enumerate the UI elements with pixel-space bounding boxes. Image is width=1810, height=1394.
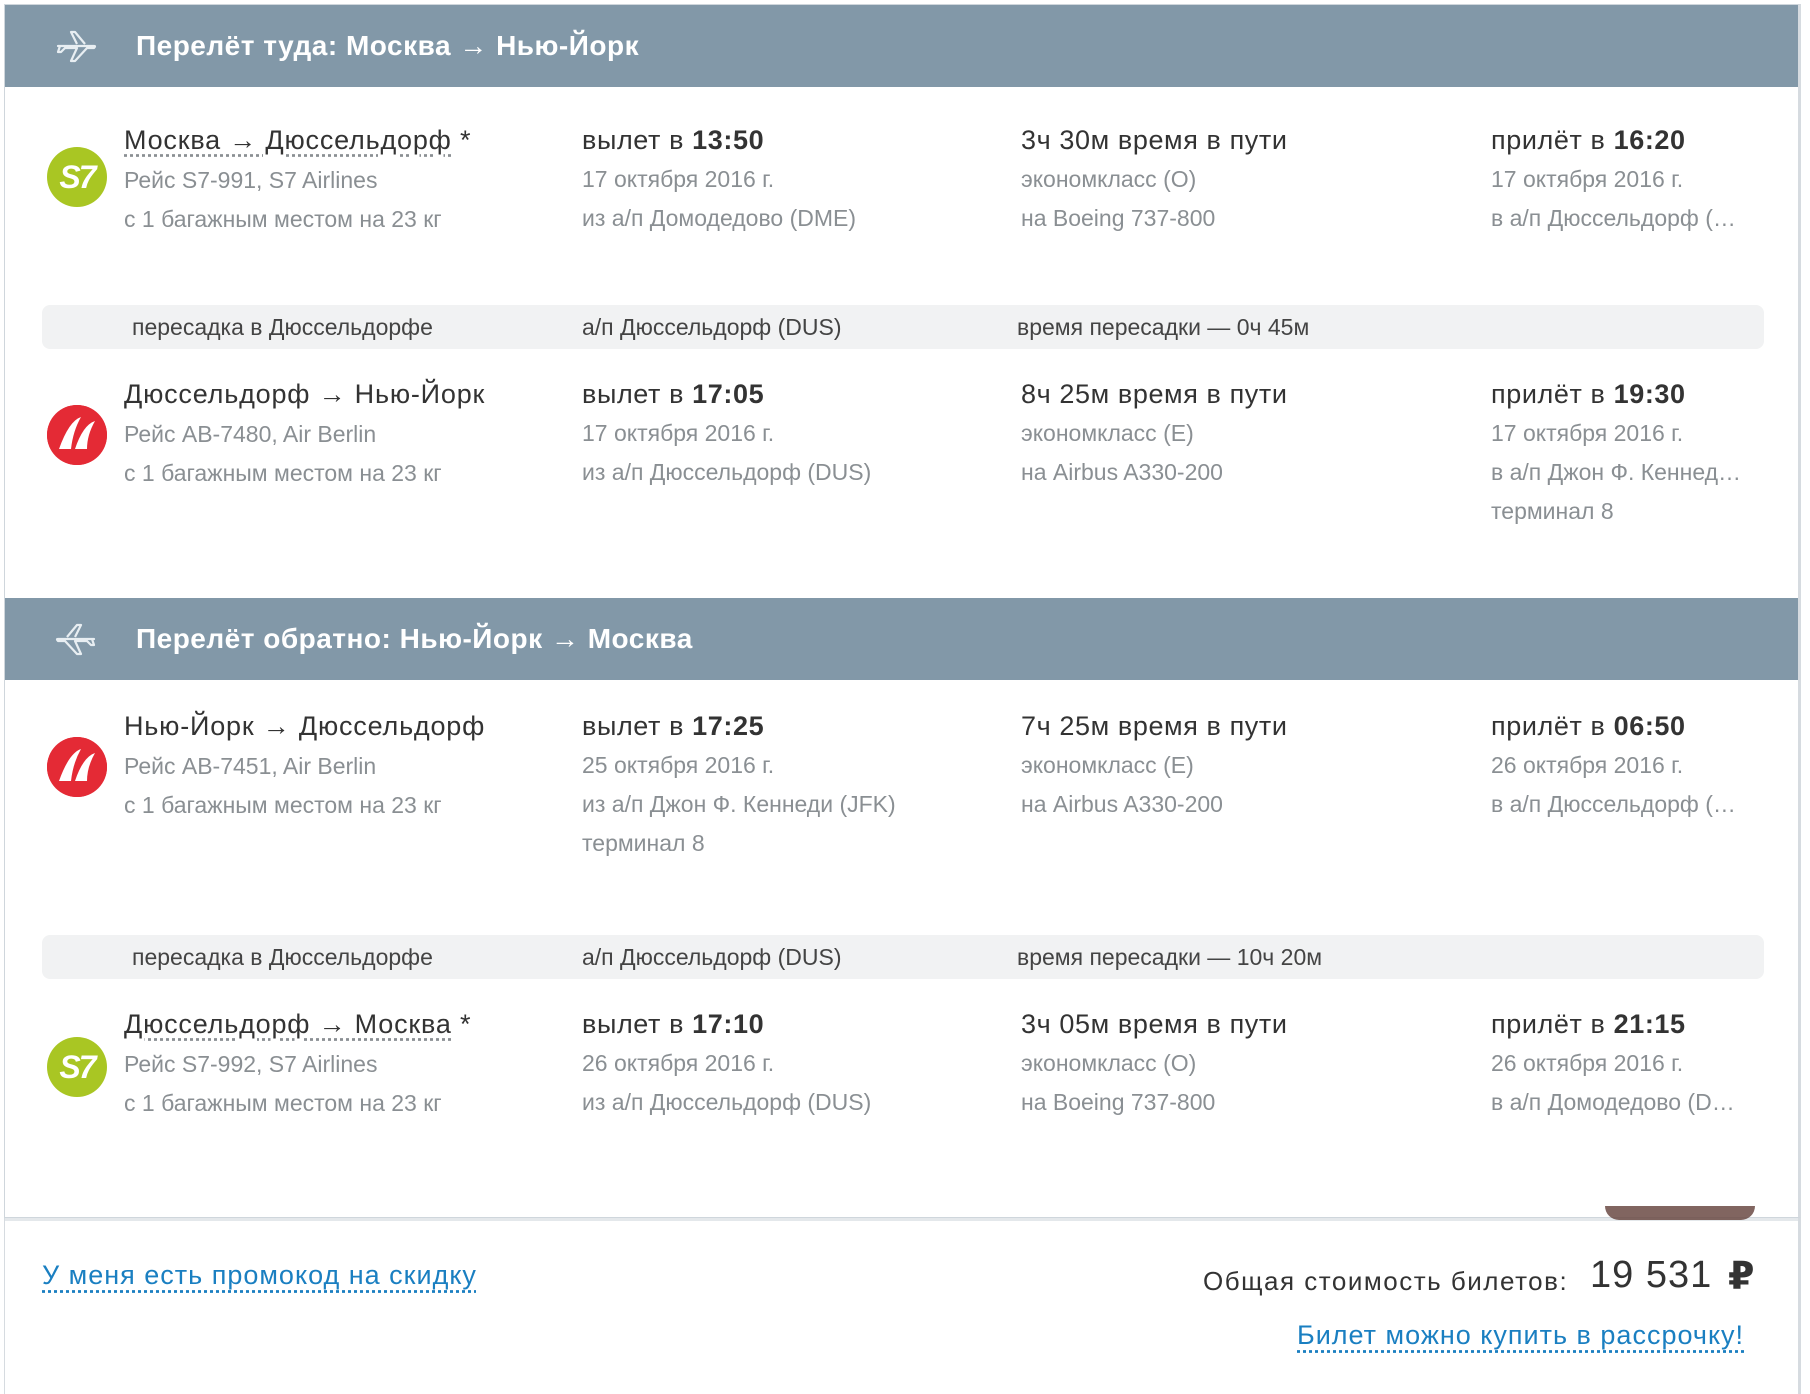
arrival-date: 17 октября 2016 г. <box>1491 166 1684 192</box>
departure-airport: из а/п Домодедово (DME) <box>582 205 857 231</box>
departure-airport: из а/п Джон Ф. Кеннеди (JFK) <box>582 791 896 817</box>
departure-airport: из а/п Дюссельдорф (DUS) <box>582 459 872 485</box>
route-link[interactable]: Дюссельдорф → Москва <box>124 1009 452 1039</box>
departure-date: 17 октября 2016 г. <box>582 166 775 192</box>
departure-date: 17 октября 2016 г. <box>582 420 775 446</box>
transfer-airport: а/п Дюссельдорф (DUS) <box>582 944 842 970</box>
promo-code-link[interactable]: У меня есть промокод на скидку <box>42 1260 477 1291</box>
inbound-header: Перелёт обратно: Нью-Йорк → Москва <box>5 598 1798 680</box>
departure-time: вылет в 17:10 <box>582 1009 765 1039</box>
departure-date: 25 октября 2016 г. <box>582 752 775 778</box>
total-price-label: Общая стоимость билетов: <box>1203 1266 1569 1296</box>
inbound-title: Перелёт обратно: Нью-Йорк → Москва <box>136 623 693 654</box>
outbound-header: Перелёт туда: Москва → Нью-Йорк <box>5 5 1798 87</box>
flight-duration: 3ч 30м время в пути <box>1021 125 1288 155</box>
airberlin-mark-icon <box>47 737 107 797</box>
flight-segment: S7 Москва → Дюссельдорф * Рейс S7-991, S… <box>5 115 1798 245</box>
airberlin-mark-icon <box>47 405 107 465</box>
flight-segment: S7 Дюссельдорф → Москва * Рейс S7-992, S… <box>5 1005 1798 1155</box>
baggage-info: с 1 багажным местом на 23 кг <box>124 792 442 818</box>
transfer-bar: пересадка в Дюссельдорфе а/п Дюссельдорф… <box>42 935 1764 979</box>
flight-segment: Нью-Йорк → Дюссельдорф Рейс AB-7451, Air… <box>5 707 1798 887</box>
arrival-date: 26 октября 2016 г. <box>1491 1050 1684 1076</box>
flight-number: Рейс AB-7451, Air Berlin <box>124 753 377 779</box>
installment-link[interactable]: Билет можно купить в рассрочку! <box>1297 1320 1744 1351</box>
departure-time: вылет в 17:25 <box>582 711 765 741</box>
price-footer: У меня есть промокод на скидку Общая сто… <box>4 1206 1801 1394</box>
arrival-airport: в а/п Дюссельдорф (DUS) <box>1491 205 1751 231</box>
divider <box>5 1218 1798 1221</box>
flight-number: Рейс S7-991, S7 Airlines <box>124 167 378 193</box>
route-label: Дюссельдорф → Нью-Йорк <box>124 379 486 409</box>
transfer-airport: а/п Дюссельдорф (DUS) <box>582 314 842 340</box>
transfer-time: время пересадки — 0ч 45м <box>1017 314 1310 340</box>
route-link[interactable]: Москва → Дюссельдорф <box>124 125 452 155</box>
transfer-city: пересадка в Дюссельдорфе <box>132 314 433 340</box>
baggage-info: с 1 багажным местом на 23 кг <box>124 1090 442 1116</box>
arrival-airport: в а/п Джон Ф. Кеннеди (JFK) <box>1491 459 1751 485</box>
flight-duration: 8ч 25м время в пути <box>1021 379 1288 409</box>
currency-symbol: ₽ <box>1728 1256 1755 1298</box>
route-mark: * <box>451 125 472 155</box>
aircraft: на Boeing 737-800 <box>1021 1089 1216 1115</box>
s7-logo: S7 <box>47 147 107 207</box>
fare-class: экономкласс (O) <box>1021 166 1197 192</box>
departure-airport: из а/п Дюссельдорф (DUS) <box>582 1089 872 1115</box>
plane-landing-icon <box>55 623 96 656</box>
transfer-city: пересадка в Дюссельдорфе <box>132 944 433 970</box>
baggage-info: с 1 багажным местом на 23 кг <box>124 460 442 486</box>
arrival-date: 26 октября 2016 г. <box>1491 752 1684 778</box>
fare-class: экономкласс (E) <box>1021 752 1194 778</box>
arrival-time: прилёт в 06:50 <box>1491 711 1686 741</box>
arrival-terminal: терминал 8 <box>1491 498 1614 524</box>
outbound-title: Перелёт туда: Москва → Нью-Йорк <box>136 30 640 61</box>
departure-time: вылет в 13:50 <box>582 125 765 155</box>
departure-date: 26 октября 2016 г. <box>582 1050 775 1076</box>
arrival-airport: в а/п Дюссельдорф (DUS) <box>1491 791 1751 817</box>
route-label: Нью-Йорк → Дюссельдорф <box>124 711 486 741</box>
airberlin-logo <box>47 405 107 465</box>
arrival-airport: в а/п Домодедово (DME) <box>1491 1089 1751 1115</box>
itinerary-card: Перелёт туда: Москва → Нью-Йорк S7 Москв… <box>4 4 1801 1218</box>
aircraft: на Airbus A330-200 <box>1021 459 1223 485</box>
s7-logo: S7 <box>47 1037 107 1097</box>
fare-class: экономкласс (O) <box>1021 1050 1197 1076</box>
arrival-date: 17 октября 2016 г. <box>1491 420 1684 446</box>
transfer-bar: пересадка в Дюссельдорфе а/п Дюссельдорф… <box>42 305 1764 349</box>
flight-number: Рейс AB-7480, Air Berlin <box>124 421 377 447</box>
departure-terminal: терминал 8 <box>582 830 705 856</box>
aircraft: на Boeing 737-800 <box>1021 205 1216 231</box>
baggage-info: с 1 багажным местом на 23 кг <box>124 206 442 232</box>
aircraft: на Airbus A330-200 <box>1021 791 1223 817</box>
flight-duration: 7ч 25м время в пути <box>1021 711 1288 741</box>
airberlin-logo <box>47 737 107 797</box>
departure-time: вылет в 17:05 <box>582 379 765 409</box>
arrival-time: прилёт в 21:15 <box>1491 1009 1686 1039</box>
flight-duration: 3ч 05м время в пути <box>1021 1009 1288 1039</box>
fare-class: экономкласс (E) <box>1021 420 1194 446</box>
arrival-time: прилёт в 16:20 <box>1491 125 1686 155</box>
flight-number: Рейс S7-992, S7 Airlines <box>124 1051 378 1077</box>
route-mark: * <box>451 1009 472 1039</box>
flight-segment: Дюссельдорф → Нью-Йорк Рейс AB-7480, Air… <box>5 375 1798 555</box>
total-price-value: 19 531 <box>1590 1254 1713 1296</box>
transfer-time: время пересадки — 10ч 20м <box>1017 944 1323 970</box>
arrival-time: прилёт в 19:30 <box>1491 379 1686 409</box>
plane-takeoff-icon <box>56 30 97 63</box>
decorative-shadow <box>1605 1206 1755 1220</box>
